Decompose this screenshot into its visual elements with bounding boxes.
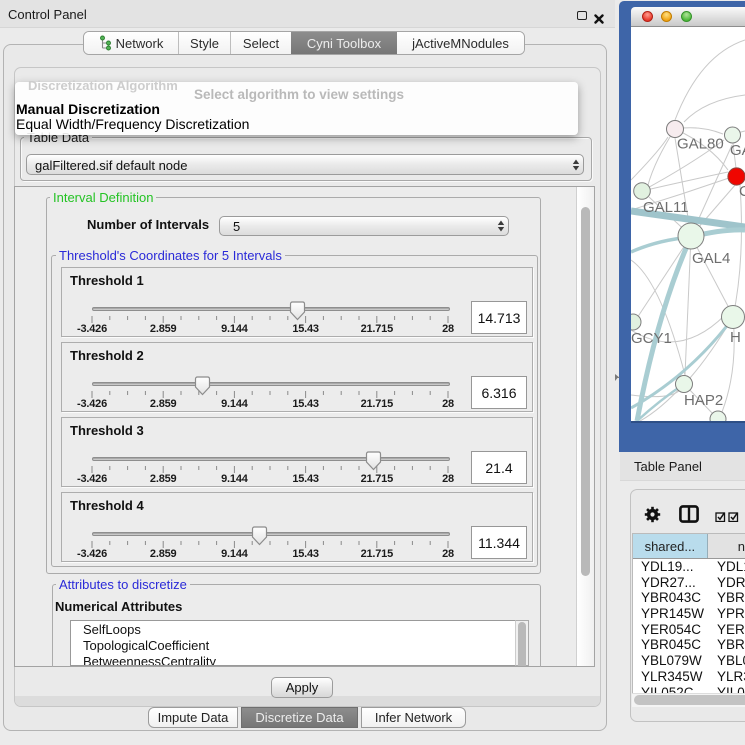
svg-text:GAL80: GAL80 [677,136,724,153]
svg-text:GCY1: GCY1 [631,330,672,347]
svg-text:H: H [730,329,741,346]
svg-text:GAL11: GAL11 [643,199,689,216]
svg-text:HAP2: HAP2 [684,392,723,409]
svg-text:C: C [739,183,745,200]
svg-text:GAL4: GAL4 [692,250,730,267]
svg-text:GA: GA [730,142,745,159]
